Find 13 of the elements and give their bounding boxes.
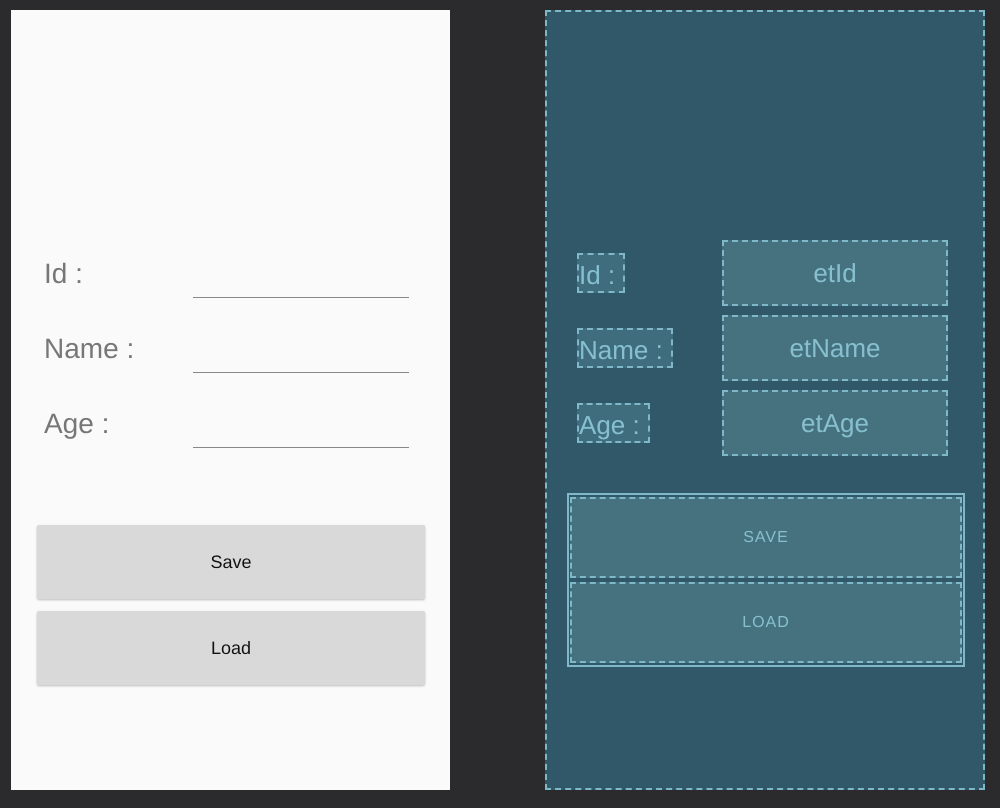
field-outline[interactable]: etId <box>722 240 948 306</box>
button-outline[interactable]: SAVE <box>570 497 962 578</box>
field-label: Id : <box>43 258 84 290</box>
action-button[interactable]: Save <box>37 525 425 599</box>
field-outline[interactable]: etName <box>722 315 948 381</box>
field-label: Name : <box>43 332 136 364</box>
label-outline[interactable]: Id : <box>577 253 626 293</box>
field-outline[interactable]: etAge <box>722 390 948 456</box>
button-outline[interactable]: LOAD <box>570 582 962 663</box>
label-outline[interactable]: Name : <box>577 328 673 368</box>
action-button[interactable]: Load <box>37 611 425 685</box>
label-outline[interactable]: Age : <box>577 403 650 443</box>
field-label: Age : <box>43 408 110 440</box>
